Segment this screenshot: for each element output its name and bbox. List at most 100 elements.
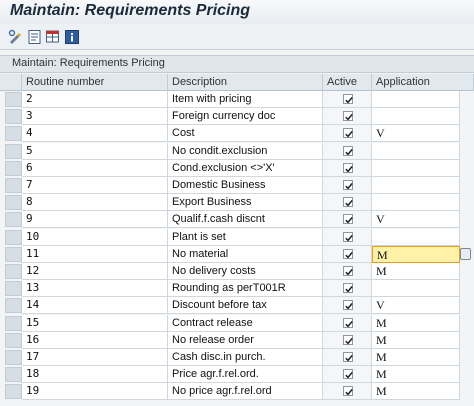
routine-number-cell[interactable]: 17 <box>22 349 168 366</box>
row-selector[interactable] <box>5 281 22 297</box>
description-cell[interactable]: Price agr.f.rel.ord. <box>168 366 323 384</box>
table-row[interactable]: 15 Contract release M <box>0 314 474 332</box>
routine-number-cell[interactable]: 16 <box>22 331 168 349</box>
application-cell[interactable]: M <box>372 331 460 349</box>
value-help-icon[interactable] <box>460 247 471 260</box>
table-row[interactable]: 14 Discount before tax V <box>0 297 474 315</box>
row-selector[interactable] <box>5 160 22 176</box>
description-cell[interactable]: Cash disc.in purch. <box>168 349 323 366</box>
row-selector[interactable] <box>5 143 22 159</box>
routine-number-cell[interactable]: 12 <box>22 263 168 280</box>
application-cell[interactable]: M <box>372 314 460 332</box>
application-cell[interactable]: M <box>372 245 460 263</box>
row-selector[interactable] <box>5 367 22 383</box>
active-checkbox[interactable] <box>343 128 353 139</box>
routine-number-cell[interactable]: 10 <box>22 228 168 246</box>
table-row[interactable]: 19 No price agr.f.rel.ord M <box>0 383 474 401</box>
table-row[interactable]: 16 No release order M <box>0 331 474 349</box>
application-cell[interactable] <box>372 159 460 177</box>
active-checkbox[interactable] <box>343 317 353 328</box>
routine-number-cell[interactable]: 3 <box>22 108 168 126</box>
description-cell[interactable]: Qualif.f.cash discnt <box>168 211 323 229</box>
table-row[interactable]: 12 No delivery costs M <box>0 263 474 280</box>
routine-number-cell[interactable]: 14 <box>22 297 168 315</box>
routine-number-cell[interactable]: 15 <box>22 314 168 332</box>
application-cell[interactable]: M <box>372 263 460 280</box>
description-cell[interactable]: Cost <box>168 125 323 143</box>
table-row[interactable]: 10 Plant is set <box>0 228 474 246</box>
row-selector[interactable] <box>5 92 22 107</box>
row-selector[interactable] <box>5 212 22 228</box>
routine-number-cell[interactable]: 8 <box>22 194 168 212</box>
description-cell[interactable]: Discount before tax <box>168 297 323 315</box>
description-cell[interactable]: Plant is set <box>168 228 323 246</box>
active-checkbox[interactable] <box>343 197 353 208</box>
description-cell[interactable]: No delivery costs <box>168 263 323 280</box>
active-checkbox[interactable] <box>343 386 353 397</box>
application-cell[interactable]: V <box>372 211 460 229</box>
row-selector[interactable] <box>5 178 22 193</box>
description-cell[interactable]: Item with pricing <box>168 91 323 108</box>
description-cell[interactable]: Domestic Business <box>168 177 323 194</box>
active-checkbox[interactable] <box>343 162 353 173</box>
active-checkbox[interactable] <box>343 214 353 225</box>
row-selector[interactable] <box>5 298 22 314</box>
routine-number-cell[interactable]: 2 <box>22 91 168 108</box>
row-selector[interactable] <box>5 264 22 279</box>
application-cell[interactable] <box>372 280 460 298</box>
routine-number-cell[interactable]: 19 <box>22 383 168 401</box>
table-row[interactable]: 18 Price agr.f.rel.ord. M <box>0 366 474 384</box>
active-checkbox[interactable] <box>343 300 353 311</box>
description-cell[interactable]: No material <box>168 245 323 263</box>
active-checkbox[interactable] <box>343 94 353 104</box>
table-row[interactable]: 13 Rounding as perT001R <box>0 280 474 298</box>
application-cell[interactable] <box>372 108 460 126</box>
column-header-routine[interactable]: Routine number <box>22 74 168 91</box>
table-settings-icon[interactable] <box>45 29 61 45</box>
table-row[interactable]: 8 Export Business <box>0 194 474 212</box>
display-changes-icon[interactable] <box>27 29 43 45</box>
description-cell[interactable]: No price agr.f.rel.ord <box>168 383 323 401</box>
active-checkbox[interactable] <box>343 283 353 294</box>
routine-number-cell[interactable]: 6 <box>22 159 168 177</box>
info-icon[interactable] <box>64 29 80 45</box>
table-row[interactable]: 7 Domestic Business <box>0 177 474 194</box>
routine-number-cell[interactable]: 18 <box>22 366 168 384</box>
active-checkbox[interactable] <box>343 180 353 190</box>
row-selector[interactable] <box>5 229 22 245</box>
application-cell[interactable] <box>372 228 460 246</box>
table-row[interactable]: 9 Qualif.f.cash discnt V <box>0 211 474 229</box>
active-checkbox[interactable] <box>343 334 353 345</box>
row-selector[interactable] <box>5 384 22 400</box>
active-checkbox[interactable] <box>343 266 353 276</box>
application-cell[interactable]: V <box>372 125 460 143</box>
application-cell[interactable] <box>372 142 460 160</box>
column-header-application[interactable]: Application <box>372 74 474 91</box>
description-cell[interactable]: Cond.exclusion <>'X' <box>168 159 323 177</box>
routine-number-cell[interactable]: 13 <box>22 280 168 298</box>
select-all-header[interactable] <box>0 74 22 91</box>
active-checkbox[interactable] <box>343 111 353 122</box>
application-cell[interactable] <box>372 194 460 212</box>
row-selector[interactable] <box>5 109 22 125</box>
application-cell[interactable] <box>372 177 460 194</box>
active-checkbox[interactable] <box>343 369 353 380</box>
application-cell[interactable]: M <box>372 349 460 366</box>
row-selector[interactable] <box>5 315 22 331</box>
change-display-icon[interactable] <box>8 29 24 45</box>
description-cell[interactable]: No release order <box>168 331 323 349</box>
row-selector[interactable] <box>5 332 22 348</box>
routine-number-cell[interactable]: 9 <box>22 211 168 229</box>
table-row[interactable]: 17 Cash disc.in purch. M <box>0 349 474 366</box>
table-row[interactable]: 4 Cost V <box>0 125 474 143</box>
table-row[interactable]: 5 No condit.exclusion <box>0 142 474 160</box>
description-cell[interactable]: Export Business <box>168 194 323 212</box>
application-cell[interactable] <box>372 91 460 108</box>
active-checkbox[interactable] <box>343 352 353 362</box>
routine-number-cell[interactable]: 4 <box>22 125 168 143</box>
row-selector[interactable] <box>5 126 22 142</box>
routine-number-cell[interactable]: 5 <box>22 142 168 160</box>
description-cell[interactable]: Contract release <box>168 314 323 332</box>
active-checkbox[interactable] <box>343 145 353 156</box>
application-cell[interactable]: V <box>372 297 460 315</box>
